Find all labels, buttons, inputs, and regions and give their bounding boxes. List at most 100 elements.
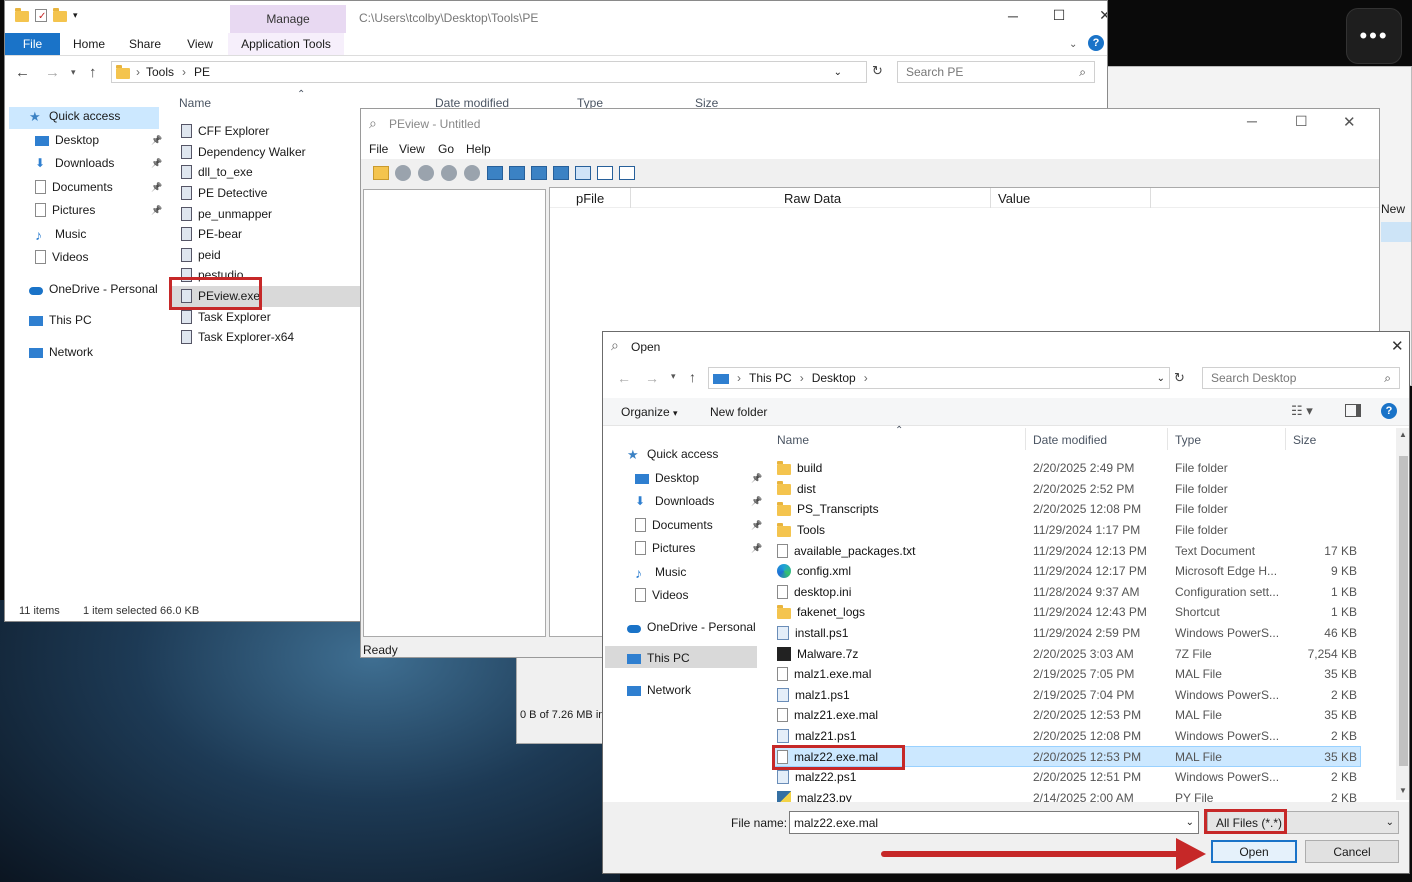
- ribbon-expand-icon[interactable]: ⌄: [1069, 39, 1077, 50]
- pin-icon[interactable]: 📌: [751, 473, 762, 484]
- open-nav-downloads[interactable]: ⬇ Downloads 📌: [635, 490, 762, 512]
- sidebar-item-desktop[interactable]: Desktop 📌: [35, 129, 162, 151]
- open-up-icon[interactable]: ↑: [689, 369, 696, 385]
- minimize-button[interactable]: ─: [990, 8, 1036, 24]
- list-item[interactable]: PE-bear: [181, 224, 242, 245]
- file-row[interactable]: PS_Transcripts 2/20/2025 12:08 PM File fol…: [773, 499, 1363, 520]
- column-value[interactable]: Value: [998, 191, 1030, 206]
- sidebar-item-network[interactable]: Network: [29, 341, 93, 363]
- file-name-dropdown-icon[interactable]: ⌄: [1186, 817, 1194, 828]
- list-item[interactable]: Task Explorer-x64: [181, 327, 294, 348]
- open-nav-this-pc[interactable]: This PC: [627, 647, 690, 669]
- open-column-name[interactable]: Name: [777, 433, 809, 447]
- left-circle-icon[interactable]: [441, 165, 457, 181]
- sidebar-item-documents[interactable]: Documents 📌: [35, 176, 162, 198]
- forward-arrow-icon[interactable]: →: [45, 64, 60, 81]
- list-item[interactable]: PE Detective: [181, 183, 267, 204]
- open-nav-pictures[interactable]: Pictures 📌: [635, 537, 762, 559]
- breadcrumb-this-pc[interactable]: This PC: [749, 371, 792, 385]
- address-bar[interactable]: › Tools › PE ⌄: [111, 61, 867, 83]
- column-name[interactable]: Name: [179, 96, 211, 110]
- sidebar-item-videos[interactable]: Videos: [35, 246, 88, 268]
- file-row[interactable]: desktop.ini 11/28/2024 9:37 AM Configurati…: [773, 582, 1363, 603]
- tab-view[interactable]: View: [172, 37, 228, 51]
- menu-view[interactable]: View: [399, 142, 425, 156]
- down-circle-icon[interactable]: [418, 165, 434, 181]
- word-view-icon[interactable]: [597, 166, 613, 180]
- export-all-icon[interactable]: [553, 166, 569, 180]
- breadcrumb-tools[interactable]: Tools: [146, 65, 174, 79]
- open-nav-quick-access[interactable]: ★ Quick access: [627, 443, 718, 465]
- file-row[interactable]: malz22.ps1 2/20/2025 12:51 PM Windows Powe…: [773, 767, 1363, 788]
- file-row[interactable]: available_packages.txt 11/29/2024 12:13 P…: [773, 540, 1363, 561]
- dword-view-icon[interactable]: [619, 166, 635, 180]
- file-name-input[interactable]: malz22.exe.mal ⌄: [789, 811, 1199, 834]
- help-icon[interactable]: ?: [1088, 35, 1104, 51]
- open-column-type[interactable]: Type: [1175, 433, 1201, 447]
- sidebar-item-this-pc[interactable]: This PC: [29, 309, 92, 331]
- qat-dropdown-icon[interactable]: ▾: [73, 10, 78, 21]
- tab-application-tools[interactable]: Application Tools: [228, 33, 344, 55]
- properties-icon[interactable]: ✓: [35, 9, 47, 22]
- new-folder-button[interactable]: New folder: [710, 405, 767, 419]
- pin-icon[interactable]: 📌: [151, 158, 162, 169]
- close-button[interactable]: ✕: [1082, 7, 1107, 24]
- open-search-input[interactable]: Search Desktop ⌕: [1202, 367, 1400, 389]
- up-arrow-icon[interactable]: ↑: [89, 64, 97, 81]
- pin-icon[interactable]: 📌: [751, 496, 762, 507]
- byte-view-icon[interactable]: [575, 166, 591, 180]
- pin-icon[interactable]: 📌: [751, 543, 762, 554]
- pin-icon[interactable]: 📌: [751, 520, 762, 531]
- file-row[interactable]: Tools 11/29/2024 1:17 PM File folder: [773, 520, 1363, 541]
- new-folder-icon[interactable]: [53, 8, 67, 22]
- open-nav-onedrive-personal[interactable]: OneDrive - Personal: [627, 616, 756, 638]
- open-help-icon[interactable]: ?: [1381, 403, 1397, 419]
- peview-tree-pane[interactable]: [363, 189, 546, 637]
- file-row[interactable]: malz1.exe.mal 2/19/2025 7:05 PM MAL File 35…: [773, 664, 1363, 685]
- list-item[interactable]: Dependency Walker: [181, 142, 306, 163]
- open-back-icon[interactable]: ←: [617, 370, 631, 386]
- open-column-size[interactable]: Size: [1293, 433, 1316, 447]
- open-nav-videos[interactable]: Videos: [635, 584, 688, 606]
- breadcrumb-pe[interactable]: PE: [194, 65, 210, 79]
- sidebar-item-music[interactable]: ♪ Music: [35, 223, 86, 245]
- open-nav-documents[interactable]: Documents 📌: [635, 514, 762, 536]
- pin-icon[interactable]: 📌: [151, 205, 162, 216]
- file-row[interactable]: malz21.exe.mal 2/20/2025 12:53 PM MAL File…: [773, 705, 1363, 726]
- search-input[interactable]: Search PE ⌕: [897, 61, 1095, 83]
- maximize-button[interactable]: ☐: [1036, 7, 1082, 24]
- open-address-bar[interactable]: › This PC › Desktop › ⌄: [708, 367, 1170, 389]
- breadcrumb-desktop[interactable]: Desktop: [812, 371, 856, 385]
- file-row[interactable]: malz21.ps1 2/20/2025 12:08 PM Windows Powe…: [773, 726, 1363, 747]
- refresh-icon[interactable]: ↻: [872, 63, 883, 79]
- file-row[interactable]: fakenet_logs 11/29/2024 12:43 PM Shortcut 1…: [773, 602, 1363, 623]
- sidebar-item-quick-access[interactable]: ★ Quick access: [29, 105, 120, 127]
- open-recent-dropdown-icon[interactable]: ▾: [671, 371, 676, 382]
- open-column-date[interactable]: Date modified: [1033, 433, 1107, 447]
- sidebar-item-onedrive-personal[interactable]: OneDrive - Personal: [29, 278, 158, 300]
- right-circle-icon[interactable]: [464, 165, 480, 181]
- open-nav-network[interactable]: Network: [627, 679, 691, 701]
- more-options-button[interactable]: •••: [1346, 8, 1402, 64]
- list-item[interactable]: dll_to_exe: [181, 162, 253, 183]
- list-item[interactable]: pe_unmapper: [181, 203, 272, 224]
- up-circle-icon[interactable]: [395, 165, 411, 181]
- recent-dropdown-icon[interactable]: ▾: [71, 67, 76, 78]
- peview-maximize-button[interactable]: ☐: [1295, 113, 1308, 130]
- open-refresh-icon[interactable]: ↻: [1174, 370, 1185, 386]
- file-row[interactable]: dist 2/20/2025 2:52 PM File folder: [773, 479, 1363, 500]
- sidebar-item-downloads[interactable]: ⬇ Downloads 📌: [35, 152, 162, 174]
- list-item[interactable]: peid: [181, 245, 221, 266]
- open-forward-icon[interactable]: →: [645, 370, 659, 386]
- address-dropdown-icon[interactable]: ⌄: [834, 67, 842, 78]
- menu-go[interactable]: Go: [438, 142, 454, 156]
- open-dialog-close-button[interactable]: ✕: [1391, 337, 1404, 355]
- open-button[interactable]: Open: [1211, 840, 1297, 863]
- file-row[interactable]: config.xml 11/29/2024 12:17 PM Microsoft E…: [773, 561, 1363, 582]
- tab-home[interactable]: Home: [60, 37, 118, 51]
- open-scrollbar[interactable]: ▲ ▼: [1396, 428, 1409, 800]
- list-item[interactable]: CFF Explorer: [181, 121, 269, 142]
- view-options-icon[interactable]: ☷ ▾: [1291, 403, 1313, 419]
- file-row[interactable]: malz1.ps1 2/19/2025 7:04 PM Windows PowerS…: [773, 685, 1363, 706]
- menu-help[interactable]: Help: [466, 142, 491, 156]
